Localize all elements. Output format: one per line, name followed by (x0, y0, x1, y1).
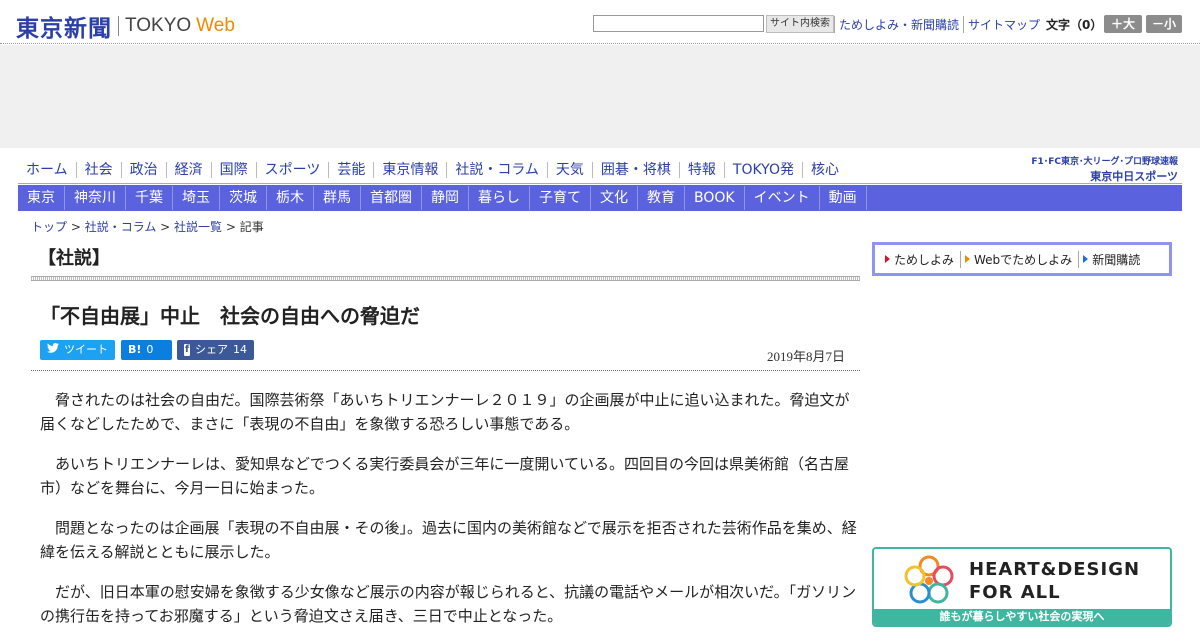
facebook-icon: f (184, 344, 190, 356)
main-nav-go-shogi[interactable]: 囲碁・将棋 (591, 162, 679, 178)
sub-nav-chiba[interactable]: 千葉 (126, 186, 173, 210)
sub-nav-shutoken[interactable]: 首都圏 (361, 186, 422, 210)
web-trial-reading-link[interactable]: Webでためしよみ (961, 250, 1080, 268)
flower-logo-icon (904, 555, 954, 604)
logo-japanese: 東京新聞 (16, 15, 112, 42)
regional-nav: 東京 神奈川 千葉 埼玉 茨城 栃木 群馬 首都圏 静岡 暮らし 子育て 文化 … (18, 185, 1182, 211)
site-search-button[interactable]: サイト内検索 (766, 15, 834, 33)
breadcrumb-separator: > (156, 220, 175, 234)
sub-nav-tokyo[interactable]: 東京 (18, 186, 65, 210)
twitter-bird-icon (47, 340, 59, 360)
sub-nav-living[interactable]: 暮らし (469, 186, 530, 210)
breadcrumb-separator: > (222, 220, 240, 234)
hatena-bookmark-button[interactable]: B! 0 (121, 340, 172, 360)
ad-area (0, 45, 1200, 148)
article-headline: 「不自由展」中止 社会の自由への脅迫だ (40, 304, 420, 328)
sub-nav-kanagawa[interactable]: 神奈川 (65, 186, 126, 210)
facebook-share-label: シェア (195, 343, 228, 356)
article-paragraph: 脅されたのは社会の自由だ。国際芸術祭「あいちトリエンナーレ２０１９」の企画展が中… (40, 391, 850, 433)
sub-nav-culture[interactable]: 文化 (591, 186, 638, 210)
article-paragraph: だが、旧日本軍の慰安婦を象徴する少女像など展示の内容が報じられると、抗議の電話や… (40, 583, 857, 625)
hatena-count: 0 (146, 343, 154, 356)
arrow-right-icon (965, 255, 971, 263)
main-nav-tokyo-hatsu[interactable]: TOKYO発 (723, 162, 802, 178)
main-nav-international[interactable]: 国際 (210, 162, 256, 178)
breadcrumb-editorial-column[interactable]: 社説・コラム (85, 220, 157, 234)
sub-nav-tochigi[interactable]: 栃木 (267, 186, 314, 210)
sub-nav-education[interactable]: 教育 (638, 186, 685, 210)
header-link-subscribe[interactable]: ためしよみ・新聞購読 (834, 16, 963, 33)
banner-title-line2: FOR ALL (969, 582, 1061, 603)
sub-nav-saitama[interactable]: 埼玉 (173, 186, 220, 210)
header-links: ためしよみ・新聞購読 サイトマップ (834, 16, 1053, 33)
main-nav-politics[interactable]: 政治 (120, 162, 166, 178)
site-header: 東京新聞 TOKYO Web サイト内検索 ためしよみ・新聞購読 サイトマップ … (0, 0, 1200, 44)
section-title: 【社説】 (38, 248, 110, 269)
article-body: 脅されたのは社会の自由だ。国際芸術祭「あいちトリエンナーレ２０１９」の企画展が中… (40, 388, 860, 644)
main-nav-economy[interactable]: 経済 (165, 162, 211, 178)
main-nav-editorial-column[interactable]: 社説・コラム (446, 162, 547, 178)
logo-web: Web (196, 15, 235, 36)
sub-nav-ibaraki[interactable]: 茨城 (220, 186, 267, 210)
font-size-increase-button[interactable]: ＋大 (1104, 15, 1142, 33)
sub-nav-events[interactable]: イベント (745, 186, 820, 210)
font-size-label: 文字（0） (1046, 18, 1103, 32)
trial-reading-label: ためしよみ (894, 252, 955, 267)
banner-caption: 誰もが暮らしやすい社会の実現へ (874, 609, 1170, 625)
tweet-button[interactable]: ツイート (40, 340, 115, 360)
newspaper-subscription-label: 新聞購読 (1092, 252, 1141, 267)
article-paragraph: 問題となったのは企画展「表現の不自由展・その後」。過去に国内の美術館などで展示を… (40, 519, 857, 561)
main-nav-sports[interactable]: スポーツ (255, 162, 329, 178)
tweet-label: ツイート (64, 343, 108, 356)
section-divider (31, 276, 860, 281)
main-nav-weather[interactable]: 天気 (546, 162, 592, 178)
newspaper-subscription-link[interactable]: 新聞購読 (1079, 251, 1146, 268)
chunichi-sports-link[interactable]: F1･FC東京･大リーグ･プロ野球速報 東京中日スポーツ (1026, 154, 1178, 184)
article-paragraph: あいちトリエンナーレは、愛知県などでつくる実行委員会が三年に一度開いている。四回… (40, 455, 849, 497)
site-logo[interactable]: 東京新聞 TOKYO Web (16, 9, 235, 43)
chunichi-logo: 東京中日スポーツ (1090, 170, 1178, 183)
main-nav-entertainment[interactable]: 芸能 (328, 162, 373, 178)
logo-divider (118, 16, 119, 36)
chunichi-tagline: F1･FC東京･大リーグ･プロ野球速報 (1031, 157, 1178, 167)
sub-nav-video[interactable]: 動画 (820, 186, 867, 210)
facebook-share-button[interactable]: f シェア 14 (177, 340, 254, 360)
main-nav-core[interactable]: 核心 (801, 162, 847, 178)
site-search-input[interactable] (593, 15, 764, 32)
main-nav-tokyo-info[interactable]: 東京情報 (373, 162, 446, 178)
breadcrumb-editorial-list[interactable]: 社説一覧 (174, 220, 222, 234)
web-trial-reading-label: Webでためしよみ (974, 252, 1073, 267)
date-divider (31, 370, 860, 371)
main-nav-society[interactable]: 社会 (75, 162, 121, 178)
main-nav-special-report[interactable]: 特報 (678, 162, 724, 178)
hatena-bookmark-icon: B! (128, 343, 142, 356)
breadcrumb-separator: > (67, 220, 85, 234)
article-date: 2019年8月7日 (767, 349, 846, 364)
logo-english: TOKYO (125, 15, 192, 36)
sub-nav-book[interactable]: BOOK (685, 186, 745, 210)
sub-nav-shizuoka[interactable]: 静岡 (422, 186, 469, 210)
sub-nav-gunma[interactable]: 群馬 (314, 186, 361, 210)
arrow-right-icon (885, 255, 890, 263)
header-link-sitemap[interactable]: サイトマップ (963, 16, 1044, 33)
trial-reading-link[interactable]: ためしよみ (881, 250, 962, 268)
banner-title-line1: HEART&DESIGN (969, 559, 1141, 580)
breadcrumb-top[interactable]: トップ (31, 220, 67, 234)
breadcrumb-current: 記事 (239, 220, 264, 234)
nav-divider (18, 183, 1182, 184)
heart-design-banner[interactable]: HEART&DESIGN FOR ALL 誰もが暮らしやすい社会の実現へ (872, 547, 1172, 627)
sub-nav-parenting[interactable]: 子育て (530, 186, 591, 210)
main-nav-home[interactable]: ホーム (18, 162, 76, 178)
breadcrumb: トップ > 社説・コラム > 社説一覧 > 記事 (31, 218, 264, 235)
main-nav: ホーム 社会 政治 経済 国際 スポーツ 芸能 東京情報 社説・コラム 天気 囲… (18, 158, 847, 182)
subscription-box: ためしよみ Webでためしよみ 新聞購読 (872, 242, 1172, 276)
font-size-decrease-button[interactable]: －小 (1146, 15, 1182, 33)
arrow-right-icon (1083, 255, 1089, 263)
facebook-share-count: 14 (233, 343, 247, 356)
